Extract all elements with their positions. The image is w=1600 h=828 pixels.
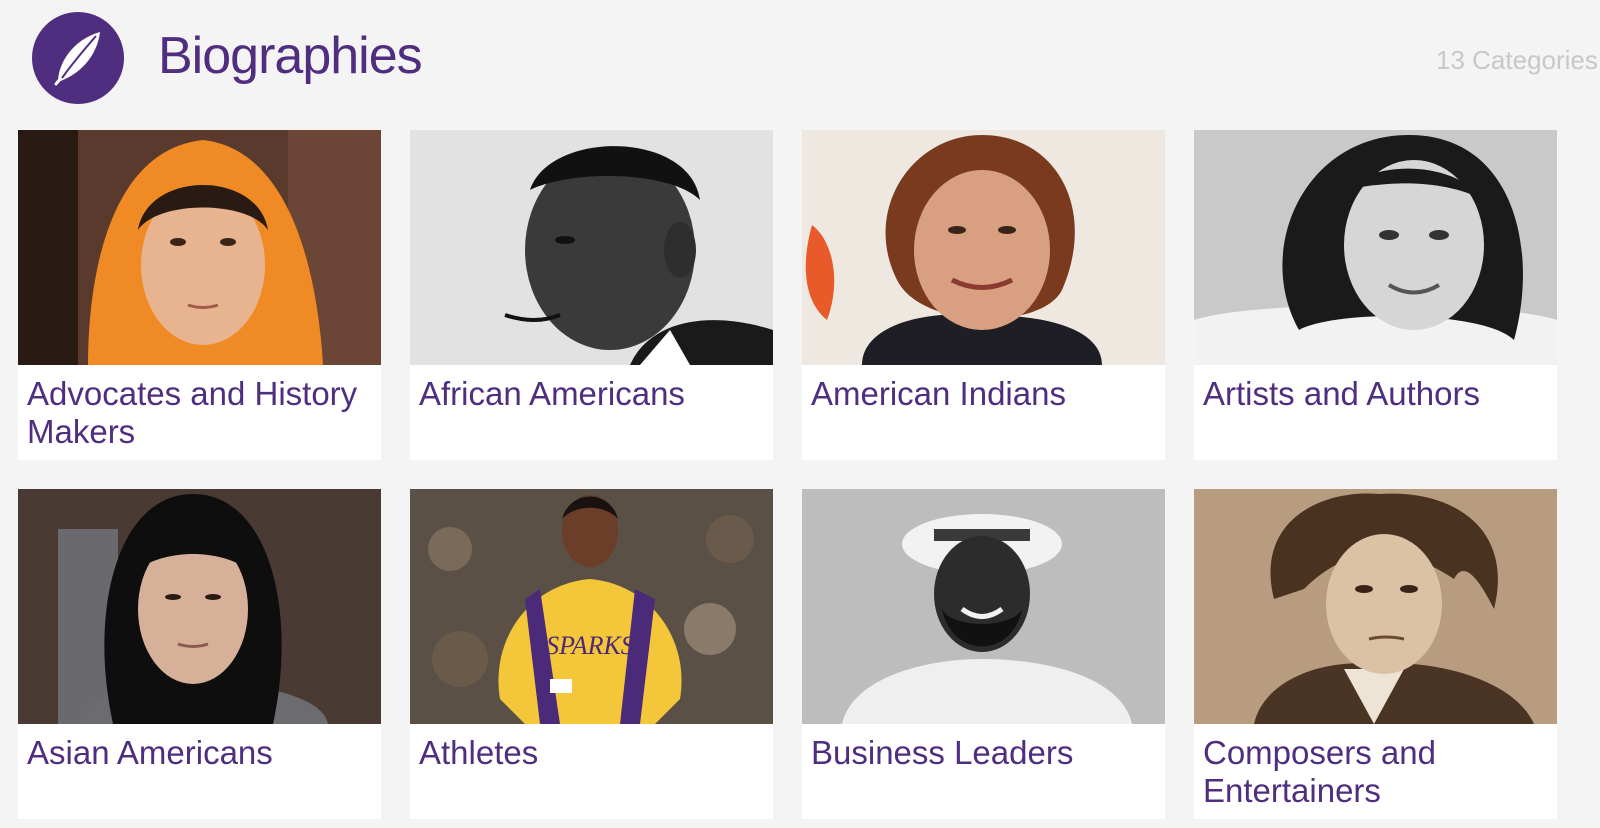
category-label: American Indians bbox=[811, 375, 1066, 412]
category-card-artists-authors[interactable]: Artists and Authors bbox=[1194, 130, 1557, 460]
category-image[interactable] bbox=[1194, 130, 1557, 365]
category-label: Asian Americans bbox=[27, 734, 273, 771]
category-label: Composers and Entertainers bbox=[1203, 734, 1436, 809]
category-image[interactable] bbox=[1194, 489, 1557, 724]
category-grid: Advocates and History Makers African Ame… bbox=[0, 0, 1600, 828]
svg-text:SPARKS: SPARKS bbox=[546, 631, 634, 660]
category-label: Artists and Authors bbox=[1203, 375, 1480, 412]
category-card-american-indians[interactable]: American Indians bbox=[802, 130, 1165, 460]
category-card-african-americans[interactable]: African Americans bbox=[410, 130, 773, 460]
category-image[interactable] bbox=[802, 130, 1165, 365]
category-image[interactable] bbox=[18, 130, 381, 365]
category-image[interactable]: SPARKS bbox=[410, 489, 773, 724]
category-image[interactable] bbox=[410, 130, 773, 365]
category-card-business-leaders[interactable]: Business Leaders bbox=[802, 489, 1165, 819]
category-label: Athletes bbox=[419, 734, 539, 771]
category-card-athletes[interactable]: SPARKS Athletes bbox=[410, 489, 773, 819]
category-label: Business Leaders bbox=[811, 734, 1074, 771]
category-card-advocates[interactable]: Advocates and History Makers bbox=[18, 130, 381, 460]
category-card-composers-entertainers[interactable]: Composers and Entertainers bbox=[1194, 489, 1557, 819]
category-label: Advocates and History Makers bbox=[27, 375, 358, 450]
category-card-asian-americans[interactable]: Asian Americans bbox=[18, 489, 381, 819]
category-label: African Americans bbox=[419, 375, 685, 412]
category-image[interactable] bbox=[18, 489, 381, 724]
category-image[interactable] bbox=[802, 489, 1165, 724]
